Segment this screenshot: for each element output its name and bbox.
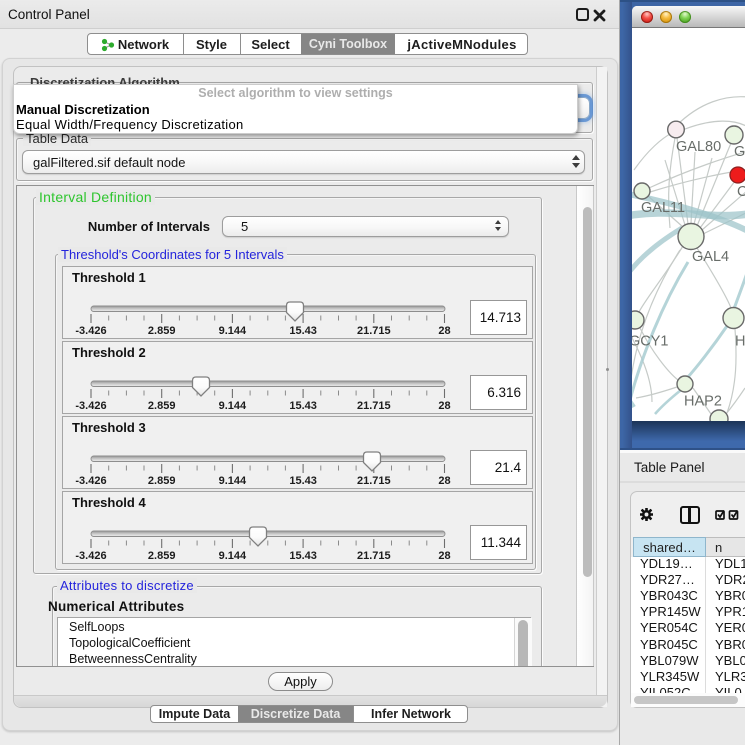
svg-text:21.715: 21.715 <box>357 550 391 562</box>
svg-text:2.859: 2.859 <box>148 550 176 562</box>
svg-text:C: C <box>737 184 745 200</box>
svg-text:2.859: 2.859 <box>148 475 176 487</box>
svg-text:H: H <box>735 334 745 350</box>
svg-text:15.43: 15.43 <box>289 475 317 487</box>
svg-text:GAL11: GAL11 <box>641 200 685 216</box>
svg-text:28: 28 <box>438 400 450 412</box>
svg-text:GCY1: GCY1 <box>632 334 669 350</box>
svg-text:G: G <box>734 144 745 160</box>
svg-text:28: 28 <box>438 475 450 487</box>
svg-text:28: 28 <box>438 550 450 562</box>
svg-text:-3.426: -3.426 <box>75 325 106 337</box>
svg-text:GAL4: GAL4 <box>692 249 729 265</box>
svg-text:-3.426: -3.426 <box>75 400 106 412</box>
svg-text:21.715: 21.715 <box>357 400 391 412</box>
svg-text:15.43: 15.43 <box>289 400 317 412</box>
svg-text:-3.426: -3.426 <box>75 475 106 487</box>
svg-text:-3.426: -3.426 <box>75 550 106 562</box>
svg-text:9.144: 9.144 <box>219 325 247 337</box>
svg-text:2.859: 2.859 <box>148 400 176 412</box>
svg-text:21.715: 21.715 <box>357 325 391 337</box>
svg-text:HAP2: HAP2 <box>684 394 722 410</box>
svg-text:2.859: 2.859 <box>148 325 176 337</box>
svg-text:21.715: 21.715 <box>357 475 391 487</box>
svg-text:GAL80: GAL80 <box>676 139 721 155</box>
svg-text:9.144: 9.144 <box>219 400 247 412</box>
svg-text:9.144: 9.144 <box>219 550 247 562</box>
svg-text:28: 28 <box>438 325 450 337</box>
svg-text:9.144: 9.144 <box>219 475 247 487</box>
svg-text:15.43: 15.43 <box>289 325 317 337</box>
svg-text:15.43: 15.43 <box>289 550 317 562</box>
